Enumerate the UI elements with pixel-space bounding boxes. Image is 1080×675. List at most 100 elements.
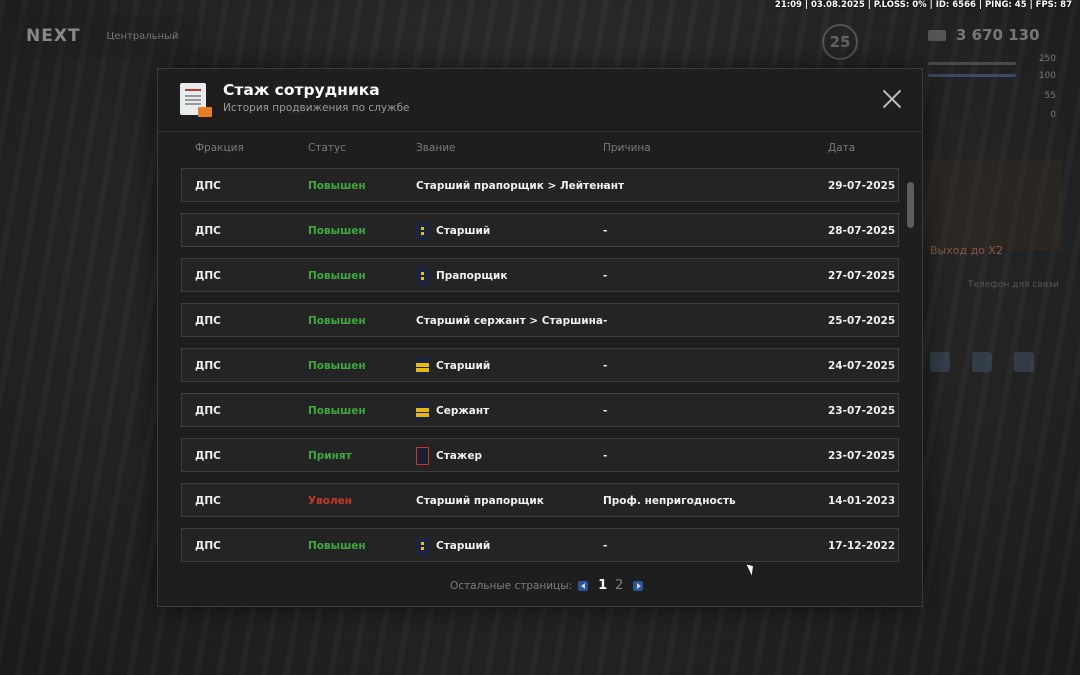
plain-shoulder-icon xyxy=(416,447,429,465)
pager-label: Остальные страницы: xyxy=(450,579,573,592)
row-rank: Старший xyxy=(416,529,490,563)
server-logo: NEXT Центральный xyxy=(14,14,200,58)
row-status: Принят xyxy=(308,450,352,462)
pagination: Остальные страницы: 1 2 xyxy=(450,578,649,593)
row-date: 14-01-2023 xyxy=(828,495,896,507)
hud-stat-4: 0 xyxy=(1050,110,1056,120)
hud-status-line: 21:09 | 03.08.2025 | P.LOSS: 0% | ID: 65… xyxy=(774,0,1072,10)
side-hud-text: Выход до X2 xyxy=(930,244,1003,257)
col-status: Статус xyxy=(308,142,346,154)
hud-stat-3: 55 xyxy=(1044,91,1056,101)
table-row: ДПС Повышен Старший прапорщик > Лейтенант -… xyxy=(181,168,899,202)
row-rank: Стажер xyxy=(416,439,482,473)
row-status: Повышен xyxy=(308,180,366,192)
row-rank: Старший прапорщик xyxy=(416,484,544,518)
hud-icon-2 xyxy=(972,352,992,372)
page-1-button[interactable]: 1 xyxy=(598,578,607,593)
side-hud-panel xyxy=(922,160,1062,250)
wallet-icon xyxy=(928,30,946,41)
row-status: Повышен xyxy=(308,540,366,552)
star-shoulder-icon xyxy=(416,222,429,240)
row-rank-label: Старший xyxy=(436,360,491,372)
row-rank-label: Старший xyxy=(436,540,491,552)
row-reason: - xyxy=(603,315,608,327)
row-rank: Сержант xyxy=(416,394,489,428)
table-row: ДПС Повышен Прапорщик - 27-07-2025 xyxy=(181,258,899,292)
stripe-shoulder-icon xyxy=(416,357,429,375)
row-reason: - xyxy=(603,270,608,282)
row-reason: - xyxy=(603,450,608,462)
row-reason: - xyxy=(603,405,608,417)
money-display: 3 670 130 xyxy=(928,26,1040,44)
table-row: ДПС Повышен Старший сержант > Старшина - 25-… xyxy=(181,303,899,337)
table-row: ДПС Повышен Сержант - 23-07-2025 xyxy=(181,393,899,427)
col-date: Дата xyxy=(828,142,856,154)
row-rank: Старший прапорщик > Лейтенант xyxy=(416,169,624,203)
document-icon xyxy=(180,83,212,117)
col-rank: Звание xyxy=(416,142,456,154)
row-faction: ДПС xyxy=(195,540,221,552)
star-shoulder-icon xyxy=(416,267,429,285)
close-icon[interactable] xyxy=(880,87,904,111)
row-faction: ДПС xyxy=(195,360,221,372)
row-rank-label: Старший прапорщик xyxy=(416,495,544,507)
row-status: Повышен xyxy=(308,360,366,372)
row-date: 24-07-2025 xyxy=(828,360,896,372)
row-faction: ДПС xyxy=(195,225,221,237)
row-faction: ДПС xyxy=(195,180,221,192)
hud-icon-3 xyxy=(1014,352,1034,372)
hud-stat-2: 100 xyxy=(1038,71,1056,81)
table-row: ДПС Уволен Старший прапорщик Проф. непригод… xyxy=(181,483,899,517)
history-table: ДПС Повышен Старший прапорщик > Лейтенант -… xyxy=(181,168,901,564)
table-row: ДПС Повышен Старший - 24-07-2025 xyxy=(181,348,899,382)
row-rank-label: Стажер xyxy=(436,450,482,462)
row-date: 29-07-2025 xyxy=(828,180,896,192)
row-rank-label: Старший сержант > Старшина xyxy=(416,315,604,327)
row-reason: Проф. непригодность xyxy=(603,495,736,507)
row-reason: - xyxy=(603,225,608,237)
row-status: Уволен xyxy=(308,495,353,507)
next-page-button[interactable] xyxy=(633,580,644,591)
page-2-button[interactable]: 2 xyxy=(615,578,623,593)
row-reason: - xyxy=(603,360,608,372)
row-status: Повышен xyxy=(308,405,366,417)
armor-bar xyxy=(928,74,1016,77)
row-rank: Прапорщик xyxy=(416,259,507,293)
table-header: Фракция Статус Звание Причина Дата xyxy=(158,142,898,156)
row-faction: ДПС xyxy=(195,450,221,462)
table-row: ДПС Повышен Старший - 28-07-2025 xyxy=(181,213,899,247)
modal-header: Стаж сотрудника История продвижения по с… xyxy=(158,69,922,132)
row-faction: ДПС xyxy=(195,405,221,417)
row-rank-label: Сержант xyxy=(436,405,490,417)
row-faction: ДПС xyxy=(195,270,221,282)
row-date: 27-07-2025 xyxy=(828,270,896,282)
side-hud-text-2: Телефон для связи xyxy=(968,280,1059,290)
row-status: Повышен xyxy=(308,225,366,237)
stripe-shoulder-icon xyxy=(416,402,429,420)
row-status: Повышен xyxy=(308,270,366,282)
hud-icon-1 xyxy=(930,352,950,372)
row-status: Повышен xyxy=(308,315,366,327)
row-rank: Старший сержант > Старшина xyxy=(416,304,603,338)
health-bar xyxy=(928,62,1016,65)
prev-page-button[interactable] xyxy=(578,580,589,591)
row-rank-label: Прапорщик xyxy=(436,270,508,282)
row-date: 28-07-2025 xyxy=(828,225,896,237)
table-scrollbar[interactable] xyxy=(907,182,914,228)
row-rank: Старший xyxy=(416,214,490,248)
star-shoulder-icon xyxy=(416,537,429,555)
row-reason: - xyxy=(603,540,608,552)
employee-seniority-modal: Стаж сотрудника История продвижения по с… xyxy=(157,68,923,607)
row-rank-label: Старший xyxy=(436,225,491,237)
row-faction: ДПС xyxy=(195,315,221,327)
hud-stat-1: 250 xyxy=(1038,54,1056,64)
row-reason: - xyxy=(603,180,608,192)
row-date: 23-07-2025 xyxy=(828,405,896,417)
table-row: ДПС Повышен Старший - 17-12-2022 xyxy=(181,528,899,562)
modal-subtitle: История продвижения по службе xyxy=(223,102,410,114)
side-hud-icons xyxy=(930,352,1034,372)
row-faction: ДПС xyxy=(195,495,221,507)
row-date: 17-12-2022 xyxy=(828,540,896,552)
level-badge: 25 xyxy=(822,24,858,60)
logo-text: NEXT xyxy=(26,26,81,46)
